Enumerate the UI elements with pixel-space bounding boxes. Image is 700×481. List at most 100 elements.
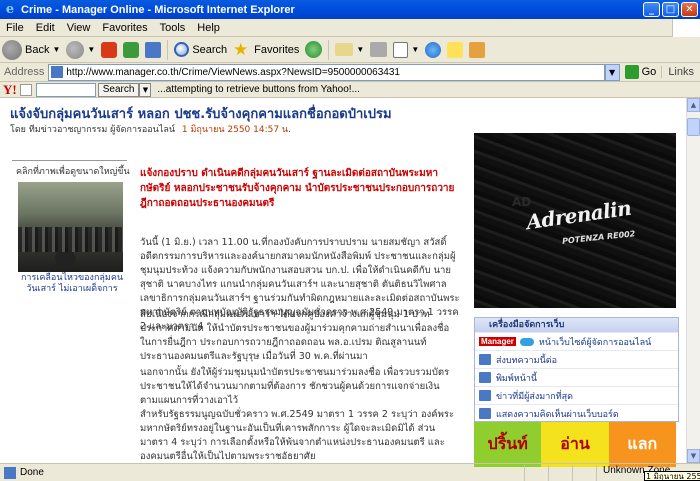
envelope-icon xyxy=(479,354,491,365)
edit-icon xyxy=(393,41,409,58)
history-icon xyxy=(305,41,323,58)
tools-item-label: พิมพ์หน้านี้ xyxy=(496,373,538,384)
minimize-button[interactable]: _ xyxy=(643,2,660,17)
title-bar: e Crime - Manager Online - Microsoft Int… xyxy=(0,0,700,19)
status-cell xyxy=(572,464,596,481)
stop-icon xyxy=(101,41,118,58)
toolbar-divider xyxy=(167,39,169,60)
history-button[interactable] xyxy=(305,41,323,58)
list-icon xyxy=(479,390,491,401)
menu-favorites[interactable]: Favorites xyxy=(96,22,153,34)
yahoo-dropdown-button[interactable]: ▼ xyxy=(139,82,152,97)
close-button[interactable]: ✕ xyxy=(681,2,698,17)
banner-read: อ่าน xyxy=(541,422,609,467)
printer-icon xyxy=(479,372,491,383)
article-paragraph: สืบเนื่องจากกรณีกลุ่มคนวันเสาร์ฯ ได้แจกค… xyxy=(140,309,450,362)
back-arrow-icon xyxy=(2,39,22,60)
article-date: 1 มิถุนายน 2550 14:57 น. xyxy=(181,125,291,135)
address-label: Address xyxy=(4,66,45,78)
messenger-icon xyxy=(469,41,486,58)
vertical-scrollbar[interactable]: ▲ ▼ xyxy=(686,98,700,463)
links-button[interactable]: Links xyxy=(661,66,700,78)
window-title: Crime - Manager Online - Microsoft Inter… xyxy=(21,3,295,16)
stop-button[interactable] xyxy=(101,41,118,58)
tools-item-webboard[interactable]: แสดงความคิดเห็นผ่านเว็บบอร์ด xyxy=(475,404,678,422)
notes-button[interactable] xyxy=(447,41,464,58)
tools-item-manager-home[interactable]: Manager หน้าเว็บไซต์ผู้จัดการออนไลน์ xyxy=(475,332,678,350)
scroll-down-button[interactable]: ▼ xyxy=(687,449,700,463)
back-label: Back xyxy=(25,43,50,56)
refresh-button[interactable] xyxy=(123,41,140,58)
go-label: Go xyxy=(641,66,657,78)
yahoo-logo[interactable]: Y! xyxy=(0,82,20,98)
status-bar: Done Unknown Zone xyxy=(0,463,700,481)
back-button[interactable]: Back ▼ xyxy=(2,39,61,60)
home-button[interactable] xyxy=(145,41,162,58)
tools-item-send[interactable]: ส่งบทความนี้ต่อ xyxy=(475,350,678,368)
byline-author: โดย ทีมข่าวอาชญากรรม ผู้จัดการออนไลน์ xyxy=(10,125,176,135)
status-text: Done xyxy=(20,467,44,478)
page-icon xyxy=(51,66,64,78)
tools-item-most-sent[interactable]: ข่าวที่มีผู้ส่งมากที่สุด xyxy=(475,386,678,404)
yahoo-status: ...attempting to retrieve buttons from Y… xyxy=(157,84,360,95)
forward-button[interactable]: ▼ xyxy=(66,40,95,59)
chevron-down-icon: ▼ xyxy=(52,45,61,54)
yahoo-search-button[interactable]: Search xyxy=(97,82,140,97)
manager-badge: Manager xyxy=(479,337,516,346)
tools-title: เครื่องมือจัดการเว็บ xyxy=(475,318,678,332)
print-button[interactable] xyxy=(370,42,388,57)
menu-help[interactable]: Help xyxy=(191,22,226,34)
menu-tools[interactable]: Tools xyxy=(154,22,192,34)
menu-file[interactable]: File xyxy=(0,22,30,34)
menu-view[interactable]: View xyxy=(61,22,97,34)
photo-box: คลิกที่ภาพเพื่อดูขนาดใหญ่ขึ้น การเคลื่อน… xyxy=(12,160,130,295)
comment-icon xyxy=(479,408,491,419)
menu-edit[interactable]: Edit xyxy=(30,22,61,34)
tools-item-label: ข่าวที่มีผู้ส่งมากที่สุด xyxy=(496,391,573,402)
star-icon: ★ xyxy=(233,39,249,59)
address-input[interactable]: http://www.manager.co.th/Crime/ViewNews.… xyxy=(48,63,605,81)
status-cell xyxy=(548,464,572,481)
yahoo-search-input[interactable] xyxy=(35,82,96,97)
pencil-icon[interactable] xyxy=(19,83,32,96)
menu-bar: File Edit View Favorites Tools Help xyxy=(0,18,700,37)
print-read-redeem-banner[interactable]: ปริ้นท์ อ่าน แลก xyxy=(474,422,676,467)
mail-button[interactable]: ▼ xyxy=(335,43,364,56)
manager-logo-icon xyxy=(519,337,534,346)
photo-caption[interactable]: การเคลื่อนไหวของกลุ่มคนวันเสาร์ ไม่เอาเผ… xyxy=(18,273,126,295)
yahoo-toolbar: Y! Search ▼ ...attempting to retrieve bu… xyxy=(0,82,700,98)
scroll-up-button[interactable]: ▲ xyxy=(687,98,700,112)
mail-icon xyxy=(335,43,354,56)
note-icon xyxy=(447,41,464,58)
article-paragraph: สำหรับรัฐธรรมนูญฉบับชั่วคราว พ.ศ.2549 มา… xyxy=(140,409,455,462)
messenger-button[interactable] xyxy=(469,41,486,58)
go-button[interactable]: Go xyxy=(620,65,662,79)
search-button[interactable]: Search xyxy=(174,42,227,57)
photo-crowd xyxy=(18,227,123,252)
favorites-button[interactable]: ★ Favorites xyxy=(233,39,300,59)
favorites-label: Favorites xyxy=(254,43,300,56)
tools-item-print[interactable]: พิมพ์หน้านี้ xyxy=(475,368,678,386)
page-done-icon xyxy=(4,466,16,479)
edit-button[interactable]: ▼ xyxy=(393,41,419,58)
scroll-thumb[interactable] xyxy=(687,118,700,136)
banner-print: ปริ้นท์ xyxy=(474,422,542,467)
address-bar: Address http://www.manager.co.th/Crime/V… xyxy=(0,63,700,82)
article-byline: โดย ทีมข่าวอาชญากรรม ผู้จัดการออนไลน์ 1 … xyxy=(10,122,291,136)
photo-header: คลิกที่ภาพเพื่อดูขนาดใหญ่ขึ้น xyxy=(16,167,130,177)
msn-button[interactable] xyxy=(425,41,442,58)
ad-ghost-text: AD xyxy=(512,195,532,209)
ad-brand: Adrenalin xyxy=(524,195,633,235)
windows-logo-icon xyxy=(672,18,700,37)
address-url: http://www.manager.co.th/Crime/ViewNews.… xyxy=(66,66,400,78)
banner-redeem: แลก xyxy=(608,422,676,467)
page-viewport: แจ้งจับกลุ่มคนวันเสาร์ หลอก ปชช.รับจ้างค… xyxy=(0,98,686,463)
tire-advertisement[interactable]: AD Adrenalin POTENZA RE002 xyxy=(474,133,676,308)
ad-subtitle: POTENZA RE002 xyxy=(561,229,636,246)
ie-icon: e xyxy=(5,1,15,17)
toolbar-divider xyxy=(328,39,330,60)
address-dropdown-button[interactable]: ▼ xyxy=(604,63,620,81)
news-photo[interactable] xyxy=(18,182,123,272)
maximize-button[interactable]: □ xyxy=(662,2,679,17)
article-paragraph: นอกจากนั้น ยังให้ผู้ร่วมชุมนุมนำบัตรประช… xyxy=(140,367,450,406)
